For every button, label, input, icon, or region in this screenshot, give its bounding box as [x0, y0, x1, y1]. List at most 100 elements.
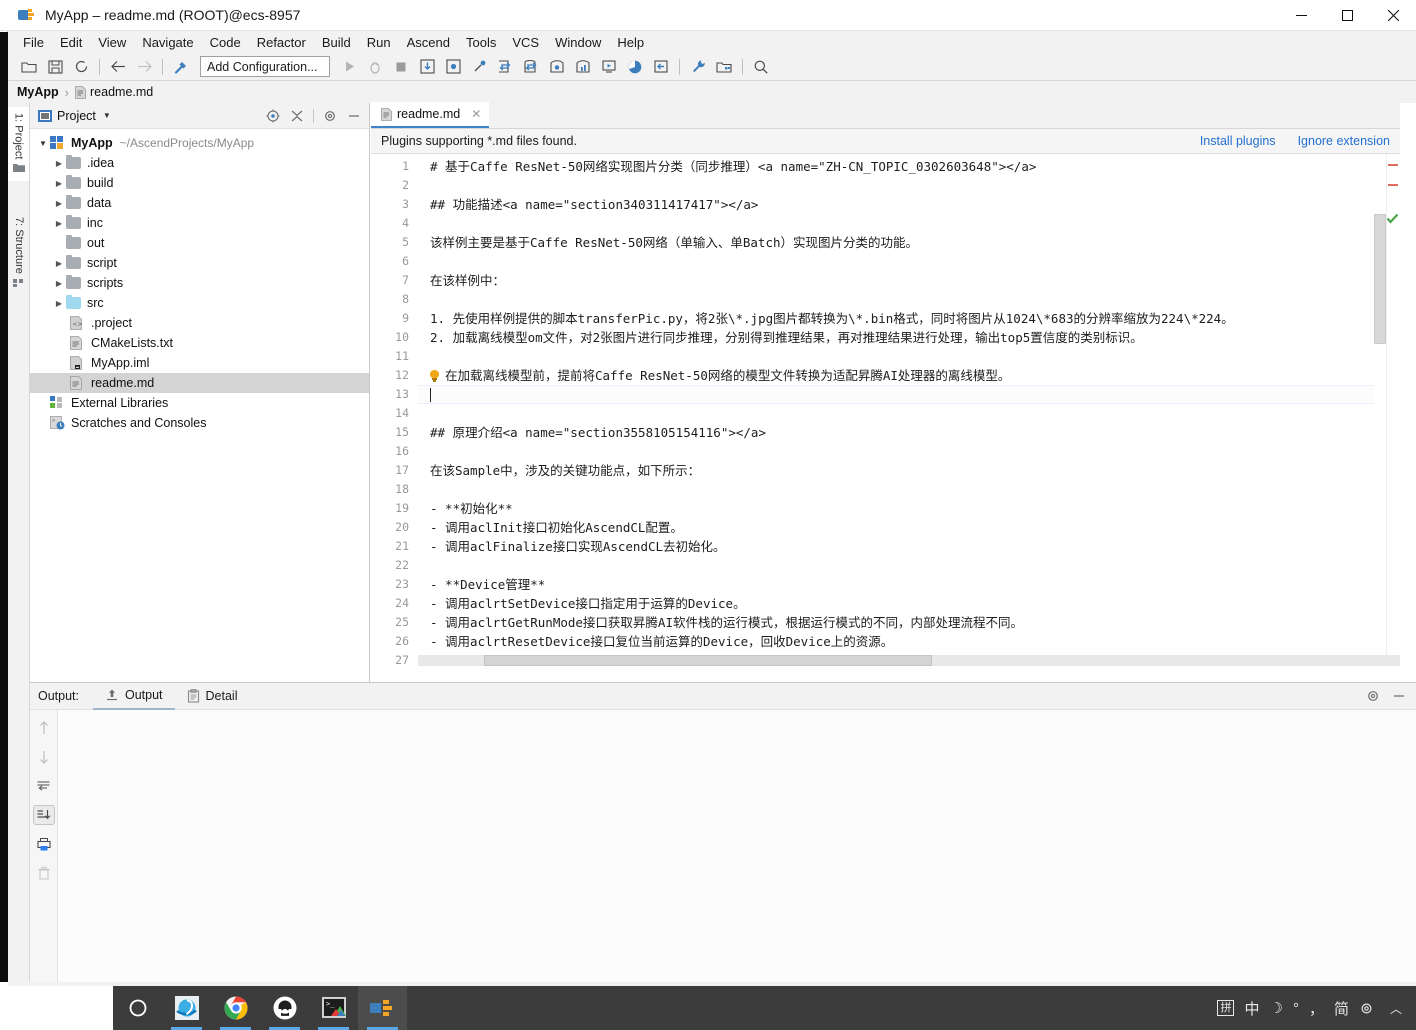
tray-expand-chevron-icon[interactable]: ︿ — [1390, 1000, 1402, 1017]
tree-row[interactable]: <> .project — [30, 313, 369, 333]
ime-simplified-indicator[interactable]: 简 — [1334, 998, 1349, 1019]
back-arrow-icon[interactable] — [105, 55, 131, 79]
sidebar-item-structure[interactable]: 7: Structure — [8, 211, 30, 296]
search-everywhere-icon[interactable] — [748, 55, 774, 79]
ime-degree-icon[interactable]: ° — [1293, 1000, 1299, 1017]
ascend-pie-icon[interactable] — [622, 55, 648, 79]
lightbulb-icon[interactable] — [430, 370, 439, 382]
warning-marker[interactable] — [1388, 164, 1398, 166]
debug-icon[interactable] — [362, 55, 388, 79]
scroll-to-end-icon[interactable] — [32, 805, 55, 825]
tree-row[interactable]: ▶ src — [30, 293, 369, 313]
menu-vcs[interactable]: VCS — [504, 33, 547, 52]
maximize-button[interactable] — [1324, 0, 1370, 31]
tree-row-readme[interactable]: readme.md — [30, 373, 369, 393]
warning-marker[interactable] — [1388, 184, 1398, 186]
stop-icon[interactable] — [388, 55, 414, 79]
ascend-profiling-icon[interactable] — [544, 55, 570, 79]
chevron-right-icon[interactable]: ▶ — [52, 299, 66, 308]
run-configuration-selector[interactable]: Add Configuration... — [200, 56, 330, 77]
menu-view[interactable]: View — [90, 33, 134, 52]
chevron-down-icon[interactable]: ▼ — [36, 139, 50, 148]
tab-detail[interactable]: Detail — [175, 683, 250, 710]
ascend-login-icon[interactable] — [648, 55, 674, 79]
menu-navigate[interactable]: Navigate — [134, 33, 201, 52]
soft-wrap-icon[interactable] — [33, 776, 55, 796]
taskbar-intellij-ascend-icon[interactable] — [358, 986, 407, 1030]
breadcrumb-project[interactable]: MyApp — [17, 85, 59, 99]
ascend-deploy-icon[interactable] — [440, 55, 466, 79]
editor-horizontal-scrollbar[interactable] — [418, 655, 1400, 666]
chevron-right-icon[interactable]: ▶ — [52, 159, 66, 168]
ascend-import-icon[interactable] — [414, 55, 440, 79]
taskbar-internet-explorer-icon[interactable] — [162, 986, 211, 1030]
output-vertical-scrollbar[interactable] — [1404, 710, 1416, 982]
tree-row[interactable]: ▶ data — [30, 193, 369, 213]
ignore-extension-link[interactable]: Ignore extension — [1298, 134, 1390, 148]
hide-panel-icon[interactable] — [343, 106, 365, 126]
settings-gear-icon[interactable] — [319, 106, 341, 126]
ascend-sync-up-icon[interactable] — [492, 55, 518, 79]
menu-file[interactable]: File — [15, 33, 52, 52]
tree-row[interactable]: ▶ script — [30, 253, 369, 273]
forward-arrow-icon[interactable] — [131, 55, 157, 79]
print-icon[interactable] — [33, 834, 55, 854]
editor-vertical-scrollbar[interactable] — [1374, 154, 1386, 666]
chevron-right-icon[interactable]: ▶ — [52, 259, 66, 268]
menu-window[interactable]: Window — [547, 33, 609, 52]
settings-gear-icon[interactable] — [1362, 686, 1384, 706]
scroll-up-icon[interactable] — [33, 718, 55, 738]
ok-check-icon[interactable] — [1386, 212, 1399, 225]
menu-refactor[interactable]: Refactor — [249, 33, 314, 52]
editor-hscroll-thumb[interactable] — [484, 655, 932, 666]
menu-code[interactable]: Code — [202, 33, 249, 52]
tree-row[interactable]: ▶ build — [30, 173, 369, 193]
ime-language-indicator[interactable]: 中 — [1244, 998, 1259, 1019]
tree-row[interactable]: ▶ .idea — [30, 153, 369, 173]
tree-row[interactable]: ▼ MyApp ~/AscendProjects/MyApp — [30, 133, 369, 153]
tree-row[interactable]: MyApp.iml — [30, 353, 369, 373]
close-button[interactable] — [1370, 0, 1416, 31]
run-icon[interactable] — [336, 55, 362, 79]
collapse-all-icon[interactable] — [286, 106, 308, 126]
output-content[interactable] — [58, 710, 1416, 982]
taskbar-start-area[interactable] — [0, 986, 113, 1030]
tree-row[interactable]: out — [30, 233, 369, 253]
ascend-sync-down-icon[interactable] — [518, 55, 544, 79]
tree-row-scratches[interactable]: > Scratches and Consoles — [30, 413, 369, 433]
breadcrumb-file[interactable]: readme.md — [75, 85, 153, 99]
taskbar-kugou-player-icon[interactable] — [260, 986, 309, 1030]
close-icon[interactable]: ✕ — [471, 107, 481, 121]
ascend-link-icon[interactable] — [466, 55, 492, 79]
scroll-down-icon[interactable] — [33, 747, 55, 767]
install-plugins-link[interactable]: Install plugins — [1200, 134, 1276, 148]
ascend-monitor-icon[interactable] — [596, 55, 622, 79]
tab-output[interactable]: Output — [93, 683, 175, 710]
save-all-icon[interactable] — [42, 55, 68, 79]
trash-icon[interactable] — [33, 863, 55, 883]
menu-tools[interactable]: Tools — [458, 33, 504, 52]
gear-icon[interactable] — [1359, 1001, 1374, 1016]
menu-run[interactable]: Run — [359, 33, 399, 52]
tab-readme-md[interactable]: readme.md ✕ — [371, 102, 490, 128]
sync-refresh-icon[interactable] — [68, 55, 94, 79]
ime-mode-indicator[interactable]: 拼 — [1217, 1000, 1235, 1016]
project-panel-title-box[interactable]: Project ▼ — [38, 109, 111, 123]
settings-wrench-icon[interactable] — [685, 55, 711, 79]
ascend-chart-icon[interactable] — [570, 55, 596, 79]
locate-target-icon[interactable] — [262, 106, 284, 126]
sidebar-item-project[interactable]: 1: Project — [8, 107, 30, 182]
taskbar-screenshot-tool-icon[interactable]: >_ — [309, 986, 358, 1030]
menu-ascend[interactable]: Ascend — [399, 33, 458, 52]
chevron-right-icon[interactable]: ▶ — [52, 199, 66, 208]
ime-comma-icon[interactable]: ， — [1309, 998, 1324, 1019]
editor-scroll-thumb[interactable] — [1374, 214, 1386, 344]
chevron-right-icon[interactable]: ▶ — [52, 219, 66, 228]
tree-row-external-libraries[interactable]: External Libraries — [30, 393, 369, 413]
code-editor[interactable]: 1 2 3 4 5 6 7 8 9 10 11 12 13 14 15 16 1… — [371, 154, 1400, 666]
chevron-right-icon[interactable]: ▶ — [52, 279, 66, 288]
taskbar-google-chrome-icon[interactable] — [211, 986, 260, 1030]
menu-help[interactable]: Help — [609, 33, 652, 52]
minimize-button[interactable] — [1278, 0, 1324, 31]
tree-row[interactable]: CMakeLists.txt — [30, 333, 369, 353]
